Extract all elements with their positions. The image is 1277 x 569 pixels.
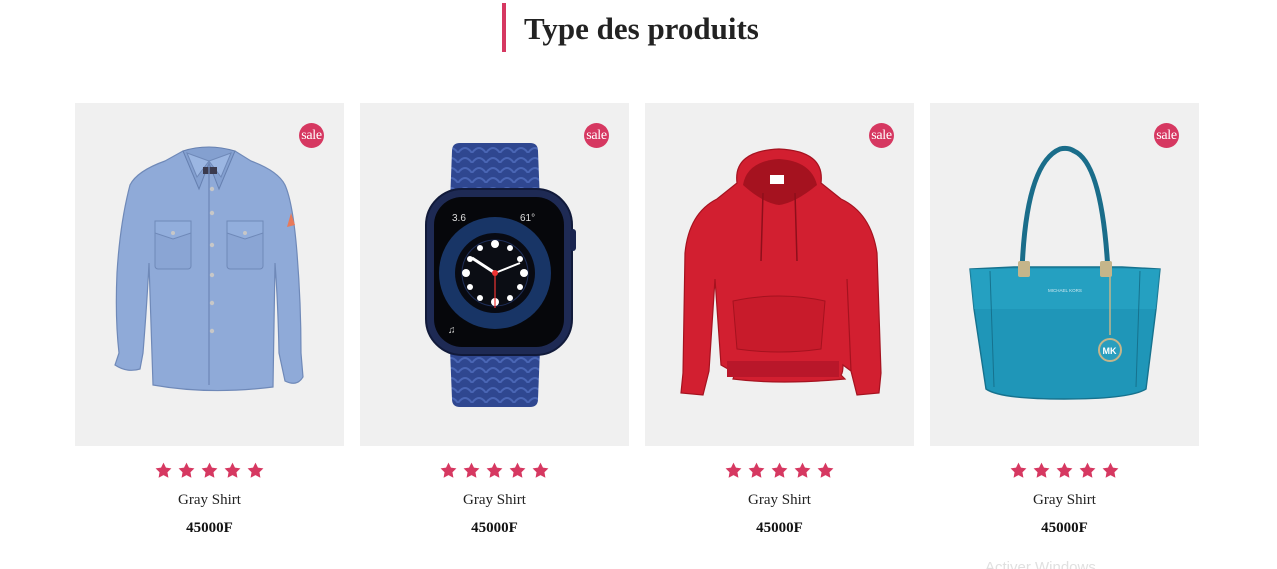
- product-name[interactable]: Gray Shirt: [360, 492, 629, 509]
- star-icon: [817, 462, 834, 478]
- product-image-container[interactable]: 3.6 61° ♫ sale: [360, 103, 629, 446]
- product-card[interactable]: sale Gray Shirt 45000F: [75, 103, 344, 553]
- star-icon: [224, 462, 241, 478]
- star-icon: [748, 462, 765, 478]
- star-icon: [1079, 462, 1096, 478]
- star-icon: [463, 462, 480, 478]
- svg-text:3.6: 3.6: [452, 213, 466, 224]
- svg-text:61°: 61°: [520, 213, 535, 224]
- section-title: Type des produits: [502, 3, 759, 52]
- star-icon: [771, 462, 788, 478]
- product-card[interactable]: 3.6 61° ♫ sale Gray Shirt 45000F: [360, 103, 629, 553]
- product-image-container[interactable]: MK MICHAEL KORS sale: [930, 103, 1199, 446]
- product-price: 45000F: [756, 520, 803, 536]
- star-icon: [1033, 462, 1050, 478]
- product-grid: sale Gray Shirt 45000F 3.6 61° ♫ sale Gr…: [75, 103, 1199, 553]
- sale-badge: sale: [869, 123, 894, 148]
- product-image-container[interactable]: sale: [645, 103, 914, 446]
- sale-badge: sale: [584, 123, 609, 148]
- star-icon: [178, 462, 195, 478]
- smartwatch-image[interactable]: 3.6 61° ♫: [360, 103, 629, 446]
- star-icon: [509, 462, 526, 478]
- star-icon: [532, 462, 549, 478]
- star-icon: [486, 462, 503, 478]
- product-price: 45000F: [1041, 520, 1088, 536]
- product-name[interactable]: Gray Shirt: [930, 492, 1199, 509]
- star-icon: [794, 462, 811, 478]
- product-name[interactable]: Gray Shirt: [645, 492, 914, 509]
- teal-handbag-image[interactable]: MK MICHAEL KORS: [930, 103, 1199, 446]
- svg-text:♫: ♫: [448, 325, 456, 336]
- product-name[interactable]: Gray Shirt: [75, 492, 344, 509]
- svg-text:MICHAEL KORS: MICHAEL KORS: [1048, 288, 1082, 293]
- star-icon: [725, 462, 742, 478]
- red-hoodie-image[interactable]: [645, 103, 914, 446]
- sale-badge: sale: [1154, 123, 1179, 148]
- product-image-container[interactable]: sale: [75, 103, 344, 446]
- star-icon: [247, 462, 264, 478]
- star-icon: [155, 462, 172, 478]
- star-rating: [645, 461, 914, 485]
- star-rating: [360, 461, 629, 485]
- star-rating: [930, 461, 1199, 485]
- product-card[interactable]: sale Gray Shirt 45000F: [645, 103, 914, 553]
- product-card[interactable]: MK MICHAEL KORS sale Gray Shirt 45000F: [930, 103, 1199, 553]
- blue-shirt-image[interactable]: [75, 103, 344, 446]
- sale-badge: sale: [299, 123, 324, 148]
- star-icon: [1010, 462, 1027, 478]
- star-icon: [1102, 462, 1119, 478]
- windows-activation-watermark: Activer Windows: [985, 559, 1096, 569]
- star-rating: [75, 461, 344, 485]
- star-icon: [1056, 462, 1073, 478]
- star-icon: [201, 462, 218, 478]
- svg-text:MK: MK: [1103, 346, 1117, 356]
- product-price: 45000F: [186, 520, 233, 536]
- star-icon: [440, 462, 457, 478]
- product-price: 45000F: [471, 520, 518, 536]
